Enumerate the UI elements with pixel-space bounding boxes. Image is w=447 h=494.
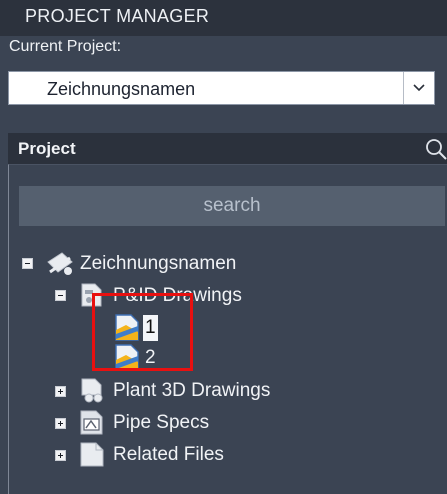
plant3d-folder-icon [81,378,103,403]
current-project-value: Zeichnungsnamen [47,79,196,99]
expand-toggle-pipe-specs[interactable] [55,418,66,429]
window-title: PROJECT MANAGER [25,6,210,26]
project-header-label: Project [18,139,76,158]
related-files-icon [80,442,104,467]
tree-item-root[interactable]: Zeichnungsnamen [80,253,236,275]
collapse-toggle-root[interactable] [22,258,33,269]
magnifier-icon[interactable] [424,138,447,160]
expand-toggle-related-files[interactable] [55,450,66,461]
search-placeholder: search [203,195,261,216]
pipe-spec-icon [80,410,103,435]
dropdown-button[interactable] [403,72,434,104]
collapse-toggle-pid[interactable] [55,290,66,301]
chevron-down-icon [413,84,425,92]
current-project-dropdown[interactable]: Zeichnungsnamen [8,71,435,105]
search-input[interactable]: search [19,186,445,226]
tree-item-related-files[interactable]: Related Files [113,444,224,466]
project-panel-header: Project [8,133,447,164]
current-project-label: Current Project: [9,38,122,55]
expand-toggle-plant3d[interactable] [55,386,66,397]
tree-item-pipe-specs[interactable]: Pipe Specs [113,412,209,434]
project-icon [47,252,73,275]
title-bar: PROJECT MANAGER [0,0,447,36]
highlight-box [92,293,193,371]
tree-item-plant3d-drawings[interactable]: Plant 3D Drawings [113,380,270,402]
